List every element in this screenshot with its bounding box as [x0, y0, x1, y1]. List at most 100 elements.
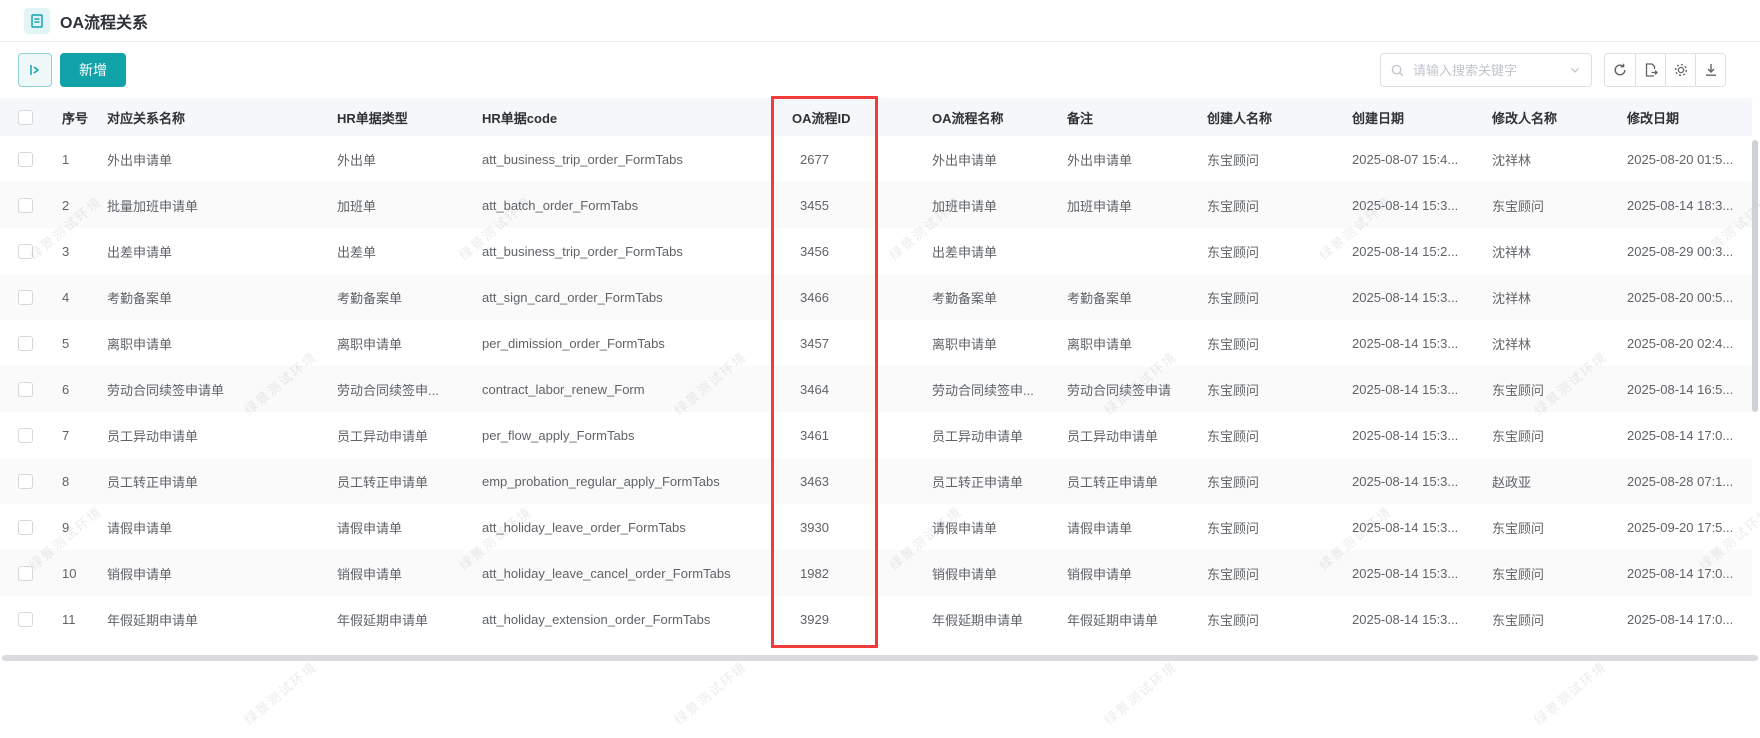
cell-oa_name: 员工异动申请单 — [920, 412, 1055, 458]
toolbar-left: 新增 — [18, 53, 126, 87]
cell-modifier: 东宝顾问 — [1480, 182, 1615, 228]
add-button[interactable]: 新增 — [60, 53, 126, 87]
cell-index: 11 — [48, 596, 95, 642]
cell-remark: 劳动合同续签申请 — [1055, 366, 1195, 412]
cell-oa_name: 劳动合同续签申... — [920, 366, 1055, 412]
oa-relation-table: 序号 对应关系名称 HR单据类型 HR单据code OA流程ID OA流程名称 … — [0, 98, 1752, 642]
col-header-name: 对应关系名称 — [95, 98, 325, 136]
row-checkbox[interactable] — [18, 520, 33, 535]
cell-name: 销假申请单 — [95, 550, 325, 596]
table-row[interactable]: 3出差申请单出差单att_business_trip_order_FormTab… — [0, 228, 1752, 274]
row-checkbox[interactable] — [18, 382, 33, 397]
cell-index: 10 — [48, 550, 95, 596]
cell-index: 4 — [48, 274, 95, 320]
cell-index: 2 — [48, 182, 95, 228]
refresh-icon — [1612, 62, 1628, 78]
search-icon — [1390, 63, 1405, 78]
cell-oa_id: 3930 — [780, 504, 920, 550]
settings-button[interactable] — [1665, 54, 1695, 86]
table-row[interactable]: 8员工转正申请单员工转正申请单emp_probation_regular_app… — [0, 458, 1752, 504]
watermark-text: 绿景测试环境 — [1529, 656, 1610, 728]
cell-hr_type: 离职申请单 — [325, 320, 470, 366]
row-checkbox-cell — [0, 274, 48, 320]
settings-gear-icon — [1673, 62, 1689, 78]
row-checkbox[interactable] — [18, 428, 33, 443]
horizontal-scrollbar[interactable] — [2, 655, 1758, 661]
cell-modifier: 东宝顾问 — [1480, 504, 1615, 550]
col-header-oa-id: OA流程ID — [780, 98, 920, 136]
refresh-button[interactable] — [1605, 54, 1635, 86]
row-checkbox[interactable] — [18, 336, 33, 351]
cell-create_date: 2025-08-14 15:3... — [1340, 274, 1480, 320]
cell-modifier: 沈祥林 — [1480, 320, 1615, 366]
cell-hr_code: att_batch_order_FormTabs — [470, 182, 780, 228]
cell-hr_code: att_business_trip_order_FormTabs — [470, 228, 780, 274]
cell-create_date: 2025-08-14 15:3... — [1340, 458, 1480, 504]
col-header-hr-code: HR单据code — [470, 98, 780, 136]
table-row[interactable]: 2批量加班申请单加班单att_batch_order_FormTabs3455加… — [0, 182, 1752, 228]
cell-remark: 销假申请单 — [1055, 550, 1195, 596]
table-row[interactable]: 11年假延期申请单年假延期申请单att_holiday_extension_or… — [0, 596, 1752, 642]
col-header-index: 序号 — [48, 98, 95, 136]
cell-modifier: 东宝顾问 — [1480, 412, 1615, 458]
row-checkbox[interactable] — [18, 244, 33, 259]
cell-oa_id: 2677 — [780, 136, 920, 182]
row-checkbox[interactable] — [18, 152, 33, 167]
search-box[interactable] — [1380, 53, 1592, 87]
table-row[interactable]: 1外出申请单外出单att_business_trip_order_FormTab… — [0, 136, 1752, 182]
vertical-scrollbar[interactable] — [1752, 140, 1758, 412]
row-checkbox[interactable] — [18, 474, 33, 489]
cell-creator: 东宝顾问 — [1195, 274, 1340, 320]
export-button[interactable] — [1635, 54, 1665, 86]
cell-remark: 考勤备案单 — [1055, 274, 1195, 320]
cell-oa_id: 1982 — [780, 550, 920, 596]
cell-oa_name: 离职申请单 — [920, 320, 1055, 366]
cell-creator: 东宝顾问 — [1195, 550, 1340, 596]
watermark-text: 绿景测试环境 — [1099, 656, 1180, 728]
col-header-oa-name: OA流程名称 — [920, 98, 1055, 136]
cell-creator: 东宝顾问 — [1195, 458, 1340, 504]
search-input[interactable] — [1411, 62, 1562, 79]
row-checkbox[interactable] — [18, 566, 33, 581]
cell-oa_id: 3455 — [780, 182, 920, 228]
cell-modify_date: 2025-08-14 16:5... — [1615, 366, 1752, 412]
download-button[interactable] — [1695, 54, 1725, 86]
cell-modify_date: 2025-08-29 00:3... — [1615, 228, 1752, 274]
cell-index: 7 — [48, 412, 95, 458]
row-checkbox[interactable] — [18, 290, 33, 305]
row-checkbox-cell — [0, 458, 48, 504]
cell-creator: 东宝顾问 — [1195, 320, 1340, 366]
cell-oa_id: 3461 — [780, 412, 920, 458]
table-row[interactable]: 9请假申请单请假申请单att_holiday_leave_order_FormT… — [0, 504, 1752, 550]
cell-modify_date: 2025-09-20 17:5... — [1615, 504, 1752, 550]
table-row[interactable]: 10销假申请单销假申请单att_holiday_leave_cancel_ord… — [0, 550, 1752, 596]
table-row[interactable]: 4考勤备案单考勤备案单att_sign_card_order_FormTabs3… — [0, 274, 1752, 320]
row-checkbox[interactable] — [18, 612, 33, 627]
cell-modifier: 赵政亚 — [1480, 458, 1615, 504]
table-row[interactable]: 5离职申请单离职申请单per_dimission_order_FormTabs3… — [0, 320, 1752, 366]
table-row[interactable]: 7员工异动申请单员工异动申请单per_flow_apply_FormTabs34… — [0, 412, 1752, 458]
col-header-creator: 创建人名称 — [1195, 98, 1340, 136]
table-row[interactable]: 6劳动合同续签申请单劳动合同续签申...contract_labor_renew… — [0, 366, 1752, 412]
collapse-panel-button[interactable] — [18, 53, 52, 87]
download-icon — [1703, 62, 1719, 78]
chevron-down-icon[interactable] — [1568, 63, 1582, 77]
cell-oa_name: 销假申请单 — [920, 550, 1055, 596]
cell-oa_name: 员工转正申请单 — [920, 458, 1055, 504]
row-checkbox[interactable] — [18, 198, 33, 213]
row-checkbox-cell — [0, 504, 48, 550]
row-checkbox-cell — [0, 182, 48, 228]
cell-modify_date: 2025-08-14 17:0... — [1615, 596, 1752, 642]
cell-hr_type: 外出单 — [325, 136, 470, 182]
cell-hr_type: 请假申请单 — [325, 504, 470, 550]
watermark-text: 绿景测试环境 — [669, 656, 750, 728]
cell-create_date: 2025-08-14 15:3... — [1340, 504, 1480, 550]
cell-name: 年假延期申请单 — [95, 596, 325, 642]
cell-name: 员工异动申请单 — [95, 412, 325, 458]
cell-create_date: 2025-08-14 15:3... — [1340, 550, 1480, 596]
cell-create_date: 2025-08-07 15:4... — [1340, 136, 1480, 182]
select-all-checkbox[interactable] — [18, 110, 33, 125]
cell-hr_type: 员工转正申请单 — [325, 458, 470, 504]
cell-hr_type: 销假申请单 — [325, 550, 470, 596]
export-file-icon — [1643, 62, 1659, 78]
